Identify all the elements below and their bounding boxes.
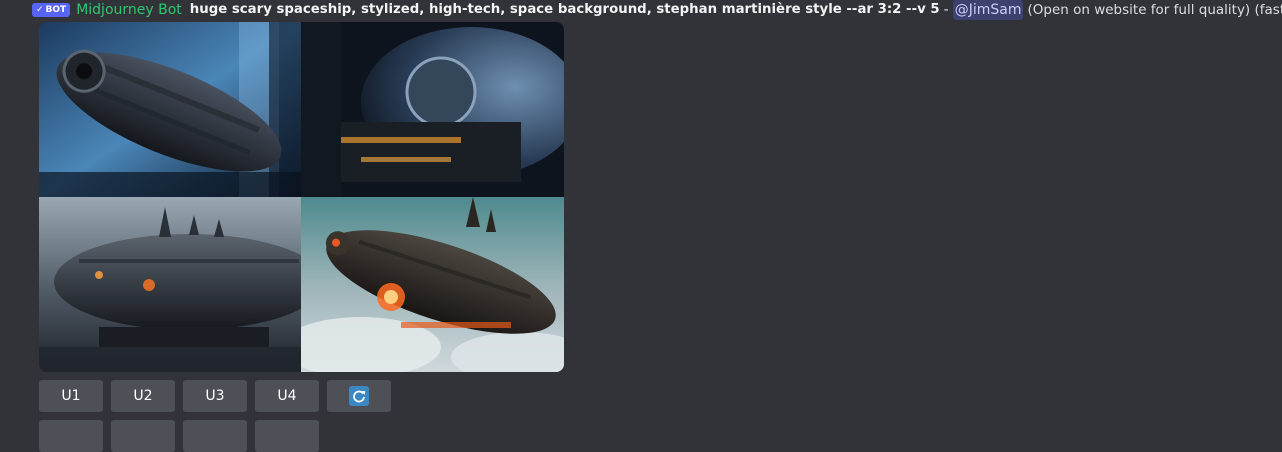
- reroll-button[interactable]: [327, 380, 391, 412]
- generated-image-3[interactable]: [39, 197, 301, 372]
- variation-2-button[interactable]: [111, 420, 175, 452]
- variation-3-button[interactable]: [183, 420, 247, 452]
- upscale-1-button[interactable]: U1: [39, 380, 103, 412]
- variation-buttons-row: [39, 420, 319, 452]
- action-buttons-row: U1 U2 U3 U4: [39, 380, 391, 412]
- upscale-4-button[interactable]: U4: [255, 380, 319, 412]
- upscale-2-button[interactable]: U2: [111, 380, 175, 412]
- generated-image-2[interactable]: [301, 22, 564, 197]
- message-suffix: (Open on website for full quality) (fast…: [1027, 2, 1282, 18]
- variation-4-button[interactable]: [255, 420, 319, 452]
- checkmark-icon: ✓: [36, 5, 44, 15]
- refresh-icon: [349, 386, 369, 406]
- upscale-3-button[interactable]: U3: [183, 380, 247, 412]
- bot-badge-label: BOT: [45, 5, 67, 15]
- bot-badge: ✓ BOT: [32, 3, 71, 17]
- image-grid[interactable]: [39, 22, 564, 372]
- generated-image-4[interactable]: [301, 197, 564, 372]
- prompt-text: huge scary spaceship, stylized, high-tec…: [189, 2, 940, 17]
- separator: -: [943, 2, 949, 18]
- variation-1-button[interactable]: [39, 420, 103, 452]
- generated-image-1[interactable]: [39, 22, 301, 197]
- author-name[interactable]: Midjourney Bot: [76, 0, 182, 20]
- message-header: ✓ BOT Midjourney Bot huge scary spaceshi…: [32, 0, 1282, 20]
- user-mention[interactable]: @JimSam: [952, 0, 1024, 20]
